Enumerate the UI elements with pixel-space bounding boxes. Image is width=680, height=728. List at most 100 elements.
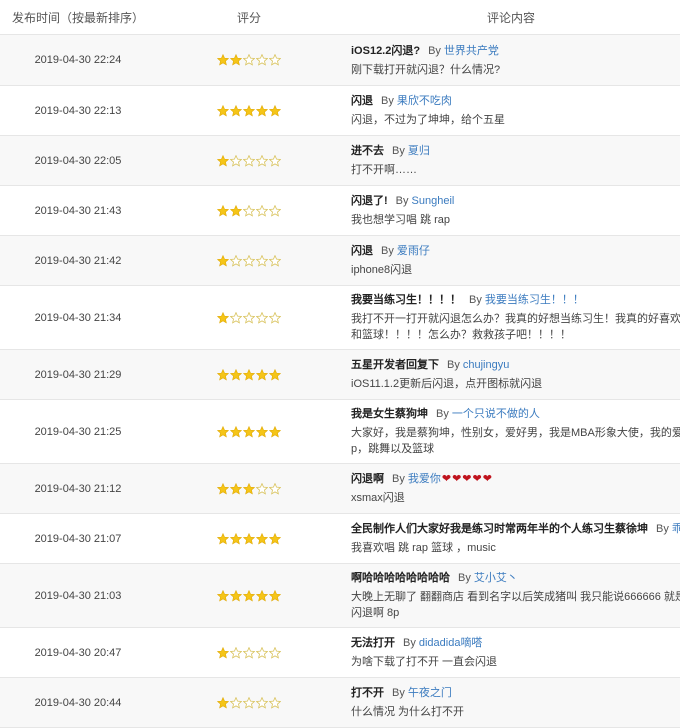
review-author-link[interactable]: 我要当练习生！！！: [485, 294, 584, 306]
review-body: p，跳舞以及篮球: [351, 443, 435, 455]
star-empty-icon: [269, 154, 281, 167]
star-filled-icon: [230, 368, 242, 381]
star-filled-icon: [256, 425, 268, 438]
review-author-link[interactable]: 乖哉哉: [672, 523, 680, 535]
rating-stars: [217, 532, 281, 545]
star-filled-icon: [269, 589, 281, 602]
rating-stars: [217, 104, 281, 117]
star-filled-icon: [243, 482, 255, 495]
by-label: By: [436, 408, 449, 420]
review-rating: [156, 350, 342, 399]
star-filled-icon: [256, 589, 268, 602]
review-content: 我是女生蔡狗坤 By 一个只说不做的人 大家好，我是蔡狗坤，性别女，爱好男，我是MBA…: [342, 400, 680, 463]
review-author-link[interactable]: 我爱你: [408, 473, 441, 485]
rating-stars: [217, 368, 281, 381]
table-row: 2019-04-30 21:42 闪退 By 爱雨仔 iphone8闪退: [0, 236, 680, 286]
review-heading: 闪退啊 By 我爱你❤❤❤❤❤: [351, 471, 680, 487]
review-title: 我要当练习生！！！！: [351, 294, 461, 306]
table-row: 2019-04-30 21:25 我是女生蔡狗坤 By 一个只说不做的人 大家好，我是蔡…: [0, 400, 680, 464]
review-body: 闪退，不过为了坤坤，给个五星: [351, 114, 505, 126]
review-heading: 无法打开 By didadida嘀嗒: [351, 635, 680, 651]
star-empty-icon: [269, 482, 281, 495]
reviews-table: 发布时间（按最新排序） 评分 评论内容 2019-04-30 22:24 iOS1…: [0, 0, 680, 728]
star-empty-icon: [230, 696, 242, 709]
review-title: 无法打开: [351, 637, 395, 649]
review-author-link[interactable]: 世界共产党: [444, 45, 499, 57]
star-filled-icon: [269, 368, 281, 381]
star-filled-icon: [217, 254, 229, 267]
star-empty-icon: [243, 154, 255, 167]
review-rating: [156, 678, 342, 727]
table-row: 2019-04-30 21:03 啊哈哈哈哈哈哈哈哈 By 艾小艾丶 大晚上无聊了 翻翻…: [0, 564, 680, 628]
star-filled-icon: [217, 104, 229, 117]
review-author-link[interactable]: 爱雨仔: [397, 245, 430, 257]
star-filled-icon: [230, 54, 242, 66]
review-heading: 打不开 By 午夜之门: [351, 685, 680, 701]
review-rating: [156, 628, 342, 677]
review-author-link[interactable]: 艾小艾丶: [474, 572, 518, 584]
review-rating: [156, 136, 342, 185]
review-title: 闪退: [351, 95, 373, 107]
star-filled-icon: [243, 368, 255, 381]
star-filled-icon: [217, 368, 229, 381]
review-content: 闪退啊 By 我爱你❤❤❤❤❤ xsmax闪退: [342, 464, 680, 513]
review-heading: iOS12.2闪退? By 世界共产党: [351, 43, 680, 59]
rating-stars: [217, 482, 281, 495]
review-time: 2019-04-30 21:25: [34, 425, 122, 438]
star-empty-icon: [256, 696, 268, 709]
review-author-link[interactable]: Sungheil: [412, 195, 455, 207]
star-filled-icon: [243, 104, 255, 117]
review-content: 闪退 By 果欣不吃肉闪退，不过为了坤坤，给个五星: [342, 86, 680, 135]
review-body: 我打不开一打开就闪退怎么办？我真的好想当练习生！我真的好喜欢唱跳rap: [351, 313, 680, 325]
review-time: 2019-04-30 21:42: [34, 254, 122, 267]
star-empty-icon: [256, 204, 268, 217]
star-filled-icon: [230, 589, 242, 602]
star-filled-icon: [217, 54, 229, 66]
review-rating: [156, 186, 342, 235]
star-empty-icon: [269, 696, 281, 709]
star-empty-icon: [269, 54, 281, 66]
star-filled-icon: [256, 104, 268, 117]
heart-icon: ❤: [472, 473, 483, 485]
review-content: iOS12.2闪退? By 世界共产党 刚下载打开就闪退？什么情况?: [342, 35, 680, 85]
star-filled-icon: [269, 104, 281, 117]
by-label: By: [381, 245, 394, 257]
review-title: 我是女生蔡狗坤: [351, 408, 428, 420]
review-title: 进不去: [351, 145, 384, 157]
review-body: iphone8闪退: [351, 264, 413, 276]
star-filled-icon: [256, 532, 268, 545]
review-author-link[interactable]: didadida嘀嗒: [419, 637, 483, 649]
review-title: 打不开: [351, 687, 384, 699]
star-filled-icon: [269, 425, 281, 438]
star-filled-icon: [217, 204, 229, 217]
star-filled-icon: [217, 311, 229, 324]
review-rating: [156, 35, 342, 85]
review-author-link[interactable]: 夏归: [408, 145, 430, 157]
table-row: 2019-04-30 21:29 五星开发者回复下 By chujingyu iOS11…: [0, 350, 680, 400]
heart-icon: ❤: [452, 473, 463, 485]
star-filled-icon: [256, 368, 268, 381]
header-time[interactable]: 发布时间（按最新排序）: [0, 9, 156, 26]
review-heading: 五星开发者回复下 By chujingyu: [351, 357, 680, 373]
review-time: 2019-04-30 22:13: [34, 104, 122, 117]
review-author-link[interactable]: 果欣不吃肉: [397, 95, 452, 107]
star-filled-icon: [230, 425, 242, 438]
review-title: 啊哈哈哈哈哈哈哈哈: [351, 572, 450, 584]
review-author-link[interactable]: chujingyu: [463, 359, 509, 371]
review-heading: 闪退 By 果欣不吃肉: [351, 93, 680, 109]
star-filled-icon: [230, 532, 242, 545]
star-empty-icon: [230, 254, 242, 267]
review-author-link[interactable]: 一个只说不做的人: [452, 408, 540, 420]
table-row: 2019-04-30 21:07 全民制作人们大家好我是练习时常两年半的个人练习生…: [0, 514, 680, 564]
review-heading: 闪退 By 爱雨仔: [351, 243, 680, 259]
review-heading: 全民制作人们大家好我是练习时常两年半的个人练习生蔡徐坤 By乖哉哉: [351, 521, 680, 537]
star-empty-icon: [230, 311, 242, 324]
review-author-link[interactable]: 午夜之门: [408, 687, 452, 699]
star-filled-icon: [230, 104, 242, 117]
by-label: By: [381, 95, 394, 107]
by-label: By: [403, 637, 416, 649]
star-empty-icon: [243, 311, 255, 324]
review-body: 闪退啊 8p: [351, 607, 400, 619]
review-heading: 进不去 By 夏归: [351, 143, 680, 159]
star-filled-icon: [243, 589, 255, 602]
